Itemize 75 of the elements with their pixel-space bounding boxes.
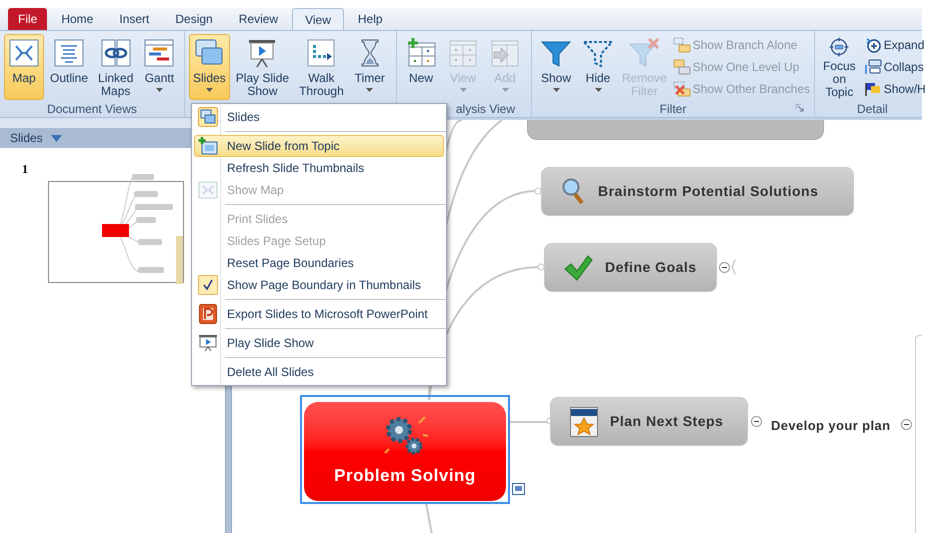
menu-item[interactable]: Refresh Slide Thumbnails [194, 157, 444, 179]
outline-icon [53, 37, 86, 69]
group-label: alysis View [456, 101, 515, 118]
central-topic[interactable]: Problem Solving [304, 402, 506, 501]
menu-item[interactable]: Slides [194, 106, 444, 128]
pane-title: Slides [10, 130, 43, 147]
caret-icon [366, 88, 374, 92]
slide-marker-icon[interactable] [512, 483, 525, 495]
magnifier-icon [562, 178, 586, 206]
group-label: Document Views [47, 101, 137, 118]
dialog-launcher-icon[interactable] [796, 104, 804, 112]
group-label: Detail [857, 101, 888, 118]
ribbon-button[interactable]: Walk Through [295, 34, 348, 100]
ribbon-button[interactable]: Hide [578, 34, 618, 100]
collapse-toggle[interactable] [901, 419, 912, 430]
menu-item[interactable]: New Slide from Topic [194, 135, 444, 157]
ribbon-button[interactable]: Map [4, 34, 44, 100]
ribbon-tab[interactable]: View [292, 8, 344, 30]
menu-item[interactable]: Export Slides to Microsoft PowerPoint [194, 303, 444, 325]
new-view-icon [405, 37, 437, 69]
new-slide-icon [198, 137, 218, 155]
menu-item[interactable]: Delete All Slides [194, 361, 444, 383]
ribbon-button[interactable]: Gantt [139, 34, 180, 100]
ribbon-button[interactable]: Show [536, 34, 576, 100]
funnel-remove-icon [628, 37, 660, 69]
ribbon-button[interactable]: Play Slide Show [232, 34, 294, 100]
menu-item[interactable]: Reset Page Boundaries [194, 252, 444, 274]
collapse-toggle[interactable] [719, 262, 730, 273]
ribbon-small-button[interactable]: Show/H [864, 79, 926, 98]
slides-icon [198, 107, 218, 127]
caret-icon [594, 88, 602, 92]
brace-drawing [731, 259, 737, 275]
caret-icon [460, 88, 466, 92]
projector-screen-icon [198, 334, 218, 352]
walk-through-icon [305, 37, 338, 69]
ribbon-button[interactable]: New [401, 34, 441, 100]
topic-box[interactable]: Define Goals [544, 243, 717, 292]
menu-item[interactable]: Play Slide Show [194, 332, 444, 354]
menu-item[interactable]: Show Page Boundary in Thumbnails [194, 274, 444, 296]
ribbon-tab[interactable]: Insert [107, 8, 162, 30]
topic-box[interactable]: Brainstorm Potential Solutions [541, 167, 854, 216]
ribbon-tab[interactable]: Home [49, 8, 106, 30]
ribbon-button[interactable]: Slides [189, 34, 230, 100]
group-label: Filter [660, 101, 686, 118]
ribbon-button[interactable]: Timer [350, 34, 390, 100]
caret-icon [502, 88, 508, 92]
caret-icon [552, 88, 560, 92]
map-icon [8, 37, 40, 69]
dropdown-arrow-icon[interactable] [50, 134, 62, 142]
map-icon [198, 181, 218, 199]
ribbon-button[interactable]: Outline [46, 34, 92, 100]
slide-number: 1 [22, 161, 28, 178]
ribbon-small-button[interactable]: Expand [864, 35, 926, 54]
powerpoint-icon [199, 304, 217, 324]
ribbon-button[interactable]: Focus on Topic [819, 34, 860, 100]
other-branches-icon [672, 80, 691, 96]
caret-icon [206, 88, 213, 92]
chain-link-icon [100, 37, 132, 69]
topic-box[interactable]: Plan Next Steps [550, 397, 748, 446]
flag-icon [864, 80, 882, 96]
file-tab[interactable]: File [8, 8, 48, 30]
subtopic-label[interactable]: Develop your plan [771, 416, 890, 436]
collapse-toggle[interactable] [751, 416, 762, 427]
checkmark-icon [563, 254, 593, 280]
ribbon-tab[interactable]: Help [346, 8, 395, 30]
ribbon-tab[interactable]: Design [163, 8, 225, 30]
collapse-icon [864, 58, 882, 74]
level-up-icon [672, 58, 691, 74]
ribbon-button[interactable]: Linked Maps [94, 34, 138, 100]
gantt-chart-icon [143, 37, 176, 69]
slide-thumbnail[interactable] [48, 172, 185, 286]
caret-icon [156, 88, 163, 92]
ribbon-small-button[interactable]: Collaps [864, 57, 926, 76]
branch-alone-icon [672, 36, 691, 52]
ribbon-tab[interactable]: Review [226, 8, 290, 30]
